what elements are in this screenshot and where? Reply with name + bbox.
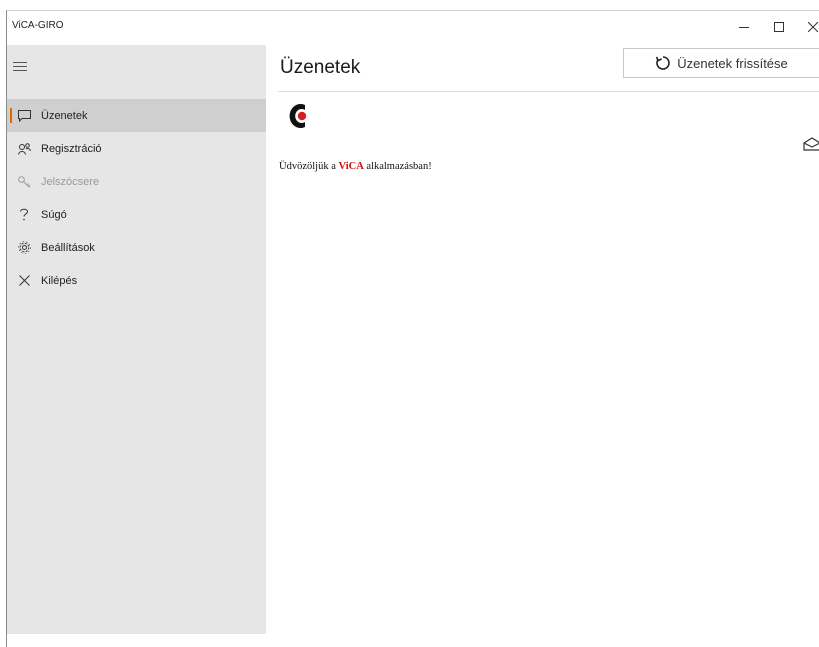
close-window-icon [808,22,818,32]
minimize-button[interactable] [725,14,763,40]
help-icon [17,208,31,222]
brand-name: ViCA [338,161,364,172]
sidebar-item-label: Kilépés [41,274,78,287]
vica-logo [289,104,307,128]
refresh-label: Üzenetek frissítése [677,55,788,71]
register-icon [17,142,31,156]
sidebar-item-kilepes[interactable]: Kilépés [7,264,266,297]
sidebar-item-sugo[interactable]: Súgó [7,198,266,231]
refresh-icon [655,56,670,70]
key-icon [17,175,31,189]
sidebar-item-label: Jelszócsere [41,175,100,188]
sidebar-item-regisztracio[interactable]: Regisztráció [7,132,266,165]
sidebar-item-label: Súgó [41,208,67,221]
sidebar: Üzenetek Regisztráció Jelszócsere Súgó B… [7,45,266,634]
sidebar-item-uzenetek[interactable]: Üzenetek [7,99,266,132]
app-title: ViCA-GIRO [12,20,64,31]
message-icon [17,109,31,123]
hamburger-menu-button[interactable] [13,58,33,74]
gear-icon [17,241,31,255]
maximize-icon [774,22,784,32]
sidebar-item-beallitasok[interactable]: Beállítások [7,231,266,264]
welcome-prefix: Üdvözöljük a [279,161,339,172]
maximize-button[interactable] [760,14,798,40]
minimize-icon [739,27,749,28]
sidebar-nav: Üzenetek Regisztráció Jelszócsere Súgó B… [7,99,266,297]
sidebar-item-label: Üzenetek [41,109,88,122]
page-title: Üzenetek [280,57,361,78]
close-icon [17,274,31,288]
close-window-button[interactable] [794,14,819,40]
sidebar-item-jelszocsere[interactable]: Jelszócsere [7,165,266,198]
main-content: Üzenetek Üzenetek frissítése Üdvözöljük … [266,45,819,647]
header-divider [278,91,819,92]
welcome-message: Üdvözöljük a ViCA alkalmazásban! [279,161,432,172]
refresh-messages-button[interactable]: Üzenetek frissítése [623,48,819,78]
sidebar-item-label: Beállítások [41,241,95,254]
title-bar[interactable]: ViCA-GIRO [7,11,819,42]
app-window: ViCA-GIRO Üzenetek Regisztráció Jelszócs… [6,10,819,647]
open-envelope-icon[interactable] [803,137,819,151]
sidebar-item-label: Regisztráció [41,142,102,155]
welcome-suffix: alkalmazásban! [363,161,432,172]
